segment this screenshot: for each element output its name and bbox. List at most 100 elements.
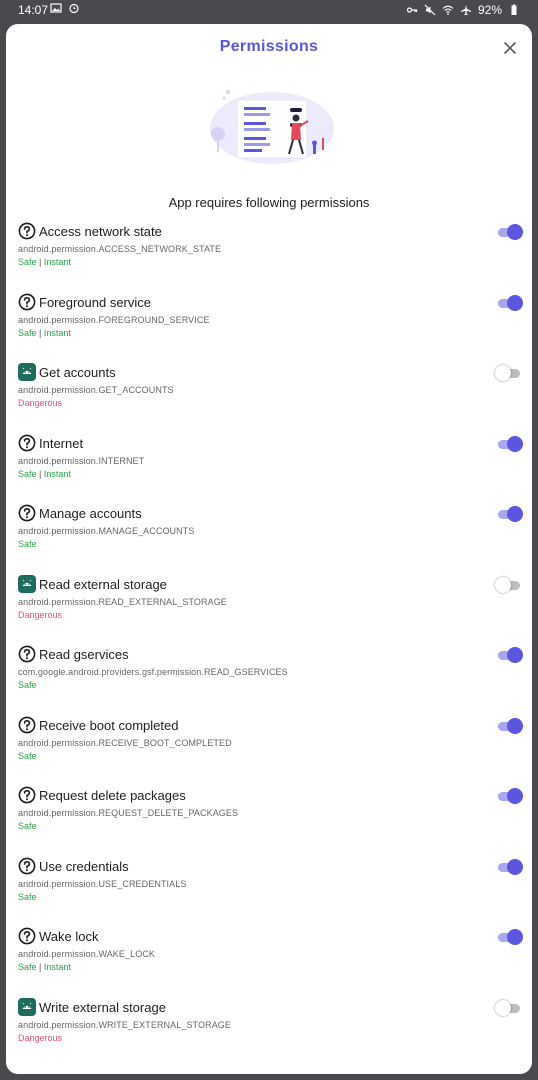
permission-item: Internet android.permission.INTERNET Safe … <box>6 434 532 505</box>
permission-id: android.permission.READ_EXTERNAL_STORAGE <box>18 596 227 607</box>
permission-name: Manage accounts <box>39 506 142 521</box>
status-time: 14:07 <box>18 3 49 17</box>
alarm-icon <box>69 3 79 14</box>
permission-toggle[interactable] <box>495 576 522 593</box>
permission-level: Safe <box>18 680 37 690</box>
dialog-subtitle: App requires following permissions <box>168 195 370 210</box>
permission-level: Safe <box>18 539 37 549</box>
help-circle-icon <box>18 434 36 451</box>
permission-status: Safe <box>18 680 37 690</box>
permission-level: Dangerous <box>18 398 63 408</box>
permission-name: Receive boot completed <box>39 717 179 733</box>
permissions-illustration <box>210 90 334 164</box>
toggle-thumb <box>507 435 523 452</box>
permission-toggle[interactable] <box>498 506 523 522</box>
status-left-icons <box>50 2 80 14</box>
permission-status: Safe <box>18 892 37 902</box>
permission-status: Safe <box>18 751 37 761</box>
airplane-icon <box>460 5 471 16</box>
status-separator: | <box>36 468 44 479</box>
toggle-thumb <box>507 647 523 663</box>
permission-toggle[interactable] <box>495 365 522 381</box>
help-circle-icon <box>18 222 36 240</box>
help-circle-icon <box>18 645 36 663</box>
permission-toggle[interactable] <box>498 294 523 311</box>
permission-name: Use credentials <box>39 858 129 874</box>
permission-id: android.permission.REQUEST_DELETE_PACKAG… <box>18 808 239 818</box>
permission-item: Foreground service android.permission.FOR… <box>6 293 532 364</box>
permission-item: Manage accounts android.permission.MANAGE… <box>6 504 532 575</box>
toggle-thumb <box>495 576 511 593</box>
permission-item: Receive boot completed android.permission… <box>6 716 532 787</box>
permission-extra: Instant <box>43 468 71 479</box>
status-bar: 14:07 92% <box>0 0 538 20</box>
permission-item: Read gservices com.google.android.provide… <box>6 645 532 716</box>
status-separator: | <box>36 962 44 972</box>
toggle-thumb <box>507 929 523 945</box>
permission-id: android.permission.FOREGROUND_SERVICE <box>18 314 210 325</box>
permission-item: Read external storage android.permission.… <box>6 574 532 646</box>
permission-level: Dangerous <box>18 1032 63 1043</box>
vpn-key-icon <box>406 7 418 13</box>
android-icon <box>18 363 36 381</box>
wifi-icon <box>442 5 454 15</box>
permission-level: Safe <box>18 327 37 338</box>
permission-toggle[interactable] <box>498 717 523 734</box>
permission-toggle[interactable] <box>498 647 523 663</box>
permission-name: Get accounts <box>39 365 116 380</box>
permission-id: android.permission.RECEIVE_BOOT_COMPLETE… <box>18 737 232 748</box>
battery-percent: 92% <box>477 3 502 17</box>
permission-name: Access network state <box>39 224 162 239</box>
permission-id: android.permission.WRITE_EXTERNAL_STORAG… <box>18 1019 232 1030</box>
permission-status: Safe <box>18 539 37 549</box>
permission-name: Read external storage <box>39 576 167 592</box>
status-separator: | <box>36 257 44 267</box>
mute-icon <box>424 4 436 16</box>
permission-name: Wake lock <box>39 929 99 944</box>
permission-extra: Instant <box>43 257 71 267</box>
gallery-icon <box>50 3 62 13</box>
toggle-thumb <box>507 294 523 311</box>
close-icon[interactable] <box>502 40 518 56</box>
permission-status: Safe <box>18 821 37 831</box>
permission-extra: Instant <box>43 962 71 972</box>
permission-toggle[interactable] <box>498 788 523 804</box>
help-circle-icon <box>18 293 36 310</box>
permission-status: Safe | Instant <box>18 257 71 267</box>
help-circle-icon <box>18 786 36 804</box>
permission-status: Safe | Instant <box>18 328 71 338</box>
toggle-thumb <box>495 365 511 381</box>
android-icon <box>18 574 36 593</box>
toggle-thumb <box>507 717 523 734</box>
permission-level: Safe <box>18 468 37 479</box>
permission-item: Request delete packages android.permissio… <box>6 786 532 857</box>
permission-level: Dangerous <box>18 609 63 620</box>
help-circle-icon <box>18 716 36 733</box>
status-separator: | <box>36 327 44 338</box>
permission-status: Safe | Instant <box>18 469 71 479</box>
toggle-thumb <box>507 858 523 875</box>
permission-item: Access network state android.permission.A… <box>6 222 532 293</box>
permission-status: Dangerous <box>18 1033 62 1043</box>
permission-name: Read gservices <box>39 647 129 662</box>
permission-toggle[interactable] <box>495 999 522 1016</box>
dialog-title: Permissions <box>219 38 319 55</box>
permission-toggle[interactable] <box>498 435 523 452</box>
help-circle-icon <box>18 927 36 945</box>
permission-toggle[interactable] <box>498 858 523 875</box>
permission-id: android.permission.USE_CREDENTIALS <box>18 878 187 889</box>
permission-item: Use credentials android.permission.USE_CR… <box>6 857 532 928</box>
help-circle-icon <box>18 857 36 874</box>
permission-level: Safe <box>18 821 37 831</box>
battery-icon <box>511 4 517 15</box>
toggle-thumb <box>495 999 511 1016</box>
permission-status: Dangerous <box>18 398 62 408</box>
permission-toggle[interactable] <box>498 929 523 945</box>
permission-name: Request delete packages <box>39 788 186 803</box>
permission-toggle[interactable] <box>498 224 523 240</box>
permission-status: Safe | Instant <box>18 962 71 972</box>
toggle-thumb <box>507 224 523 240</box>
permission-id: com.google.android.providers.gsf.permiss… <box>18 667 288 677</box>
permission-id: android.permission.WAKE_LOCK <box>18 949 156 959</box>
permissions-dialog: Permissions App requires following permi… <box>6 24 532 1074</box>
